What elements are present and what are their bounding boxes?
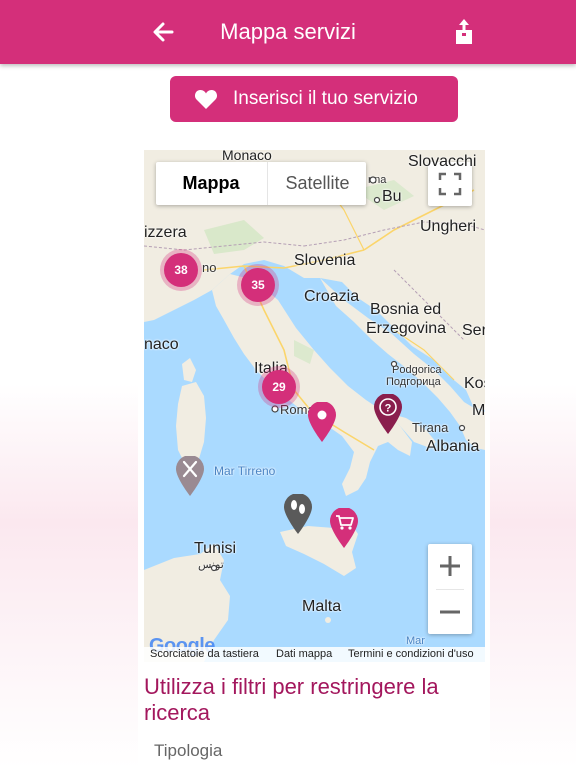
marker-cluster[interactable]: 29: [262, 370, 296, 404]
map-attribution: Scorciatoie da tastiera Dati mappa Termi…: [144, 647, 485, 662]
filters-heading: Utilizza i filtri per restringere la ric…: [144, 674, 439, 725]
services-map[interactable]: Mappa Satellite Monaco Slovacchi nna Bu …: [144, 150, 485, 662]
typology-label: Tipologia: [154, 741, 223, 760]
map-data-link[interactable]: Dati mappa: [276, 648, 332, 660]
share-button[interactable]: [446, 14, 482, 50]
location-pin-icon[interactable]: [308, 401, 336, 442]
marker-cluster[interactable]: 38: [164, 253, 198, 287]
cart-pin-icon[interactable]: [330, 507, 358, 548]
page-title: Mappa servizi: [220, 19, 356, 44]
plus-icon: [440, 556, 460, 576]
minus-icon: [440, 610, 460, 614]
add-service-label: Inserisci il tuo servizio: [233, 88, 418, 109]
add-service-button[interactable]: Inserisci il tuo servizio: [170, 76, 458, 122]
zoom-in-button[interactable]: [428, 544, 472, 588]
svg-text:?: ?: [385, 403, 392, 415]
question-pin-icon[interactable]: ?: [374, 393, 402, 434]
keyboard-shortcuts-link[interactable]: Scorciatoie da tastiera: [150, 648, 259, 660]
heart-icon: [194, 90, 218, 109]
footprints-pin-icon[interactable]: [284, 493, 312, 534]
zoom-control: [428, 544, 472, 634]
tools-pin-icon[interactable]: [176, 455, 204, 496]
terms-link[interactable]: Termini e condizioni d'uso: [348, 648, 474, 660]
top-app-bar: Mappa servizi: [0, 0, 576, 64]
share-icon: [456, 19, 472, 44]
marker-cluster[interactable]: 35: [241, 268, 275, 302]
zoom-out-button[interactable]: [428, 590, 472, 634]
